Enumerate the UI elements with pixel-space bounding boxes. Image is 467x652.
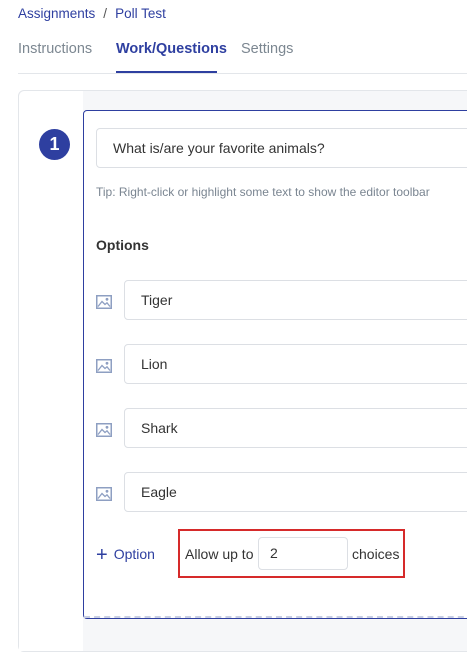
- question-text-input[interactable]: What is/are your favorite animals?: [96, 128, 467, 168]
- image-icon[interactable]: [96, 295, 112, 309]
- choices-label: choices: [352, 546, 400, 562]
- option-input-3[interactable]: Shark: [124, 408, 467, 448]
- breadcrumb-current[interactable]: Poll Test: [115, 6, 166, 21]
- image-icon[interactable]: [96, 487, 112, 501]
- image-icon[interactable]: [96, 359, 112, 373]
- question-gutter: [19, 91, 83, 651]
- option-input-2[interactable]: Lion: [124, 344, 467, 384]
- editor-tip-text: Tip: Right-click or highlight some text …: [96, 185, 430, 199]
- breadcrumb-assignments-link[interactable]: Assignments: [18, 6, 95, 21]
- options-heading: Options: [96, 237, 149, 253]
- allow-up-to-label: Allow up to: [185, 546, 254, 562]
- question-number-badge: 1: [39, 129, 70, 160]
- max-choices-input[interactable]: 2: [258, 537, 348, 570]
- breadcrumb: Assignments / Poll Test: [18, 6, 166, 21]
- tab-settings[interactable]: Settings: [241, 41, 293, 57]
- tabs-divider: [18, 73, 467, 74]
- add-option-label: Option: [113, 546, 155, 562]
- plus-icon: +: [96, 544, 108, 566]
- breadcrumb-separator: /: [103, 6, 108, 21]
- tab-instructions[interactable]: Instructions: [18, 41, 92, 57]
- option-input-1[interactable]: Tiger: [124, 280, 467, 320]
- tab-work-questions[interactable]: Work/Questions: [116, 41, 227, 57]
- option-input-4[interactable]: Eagle: [124, 472, 467, 512]
- add-option-button[interactable]: + Option: [96, 544, 155, 567]
- image-icon[interactable]: [96, 423, 112, 437]
- question-card-dashed-border: [84, 616, 467, 618]
